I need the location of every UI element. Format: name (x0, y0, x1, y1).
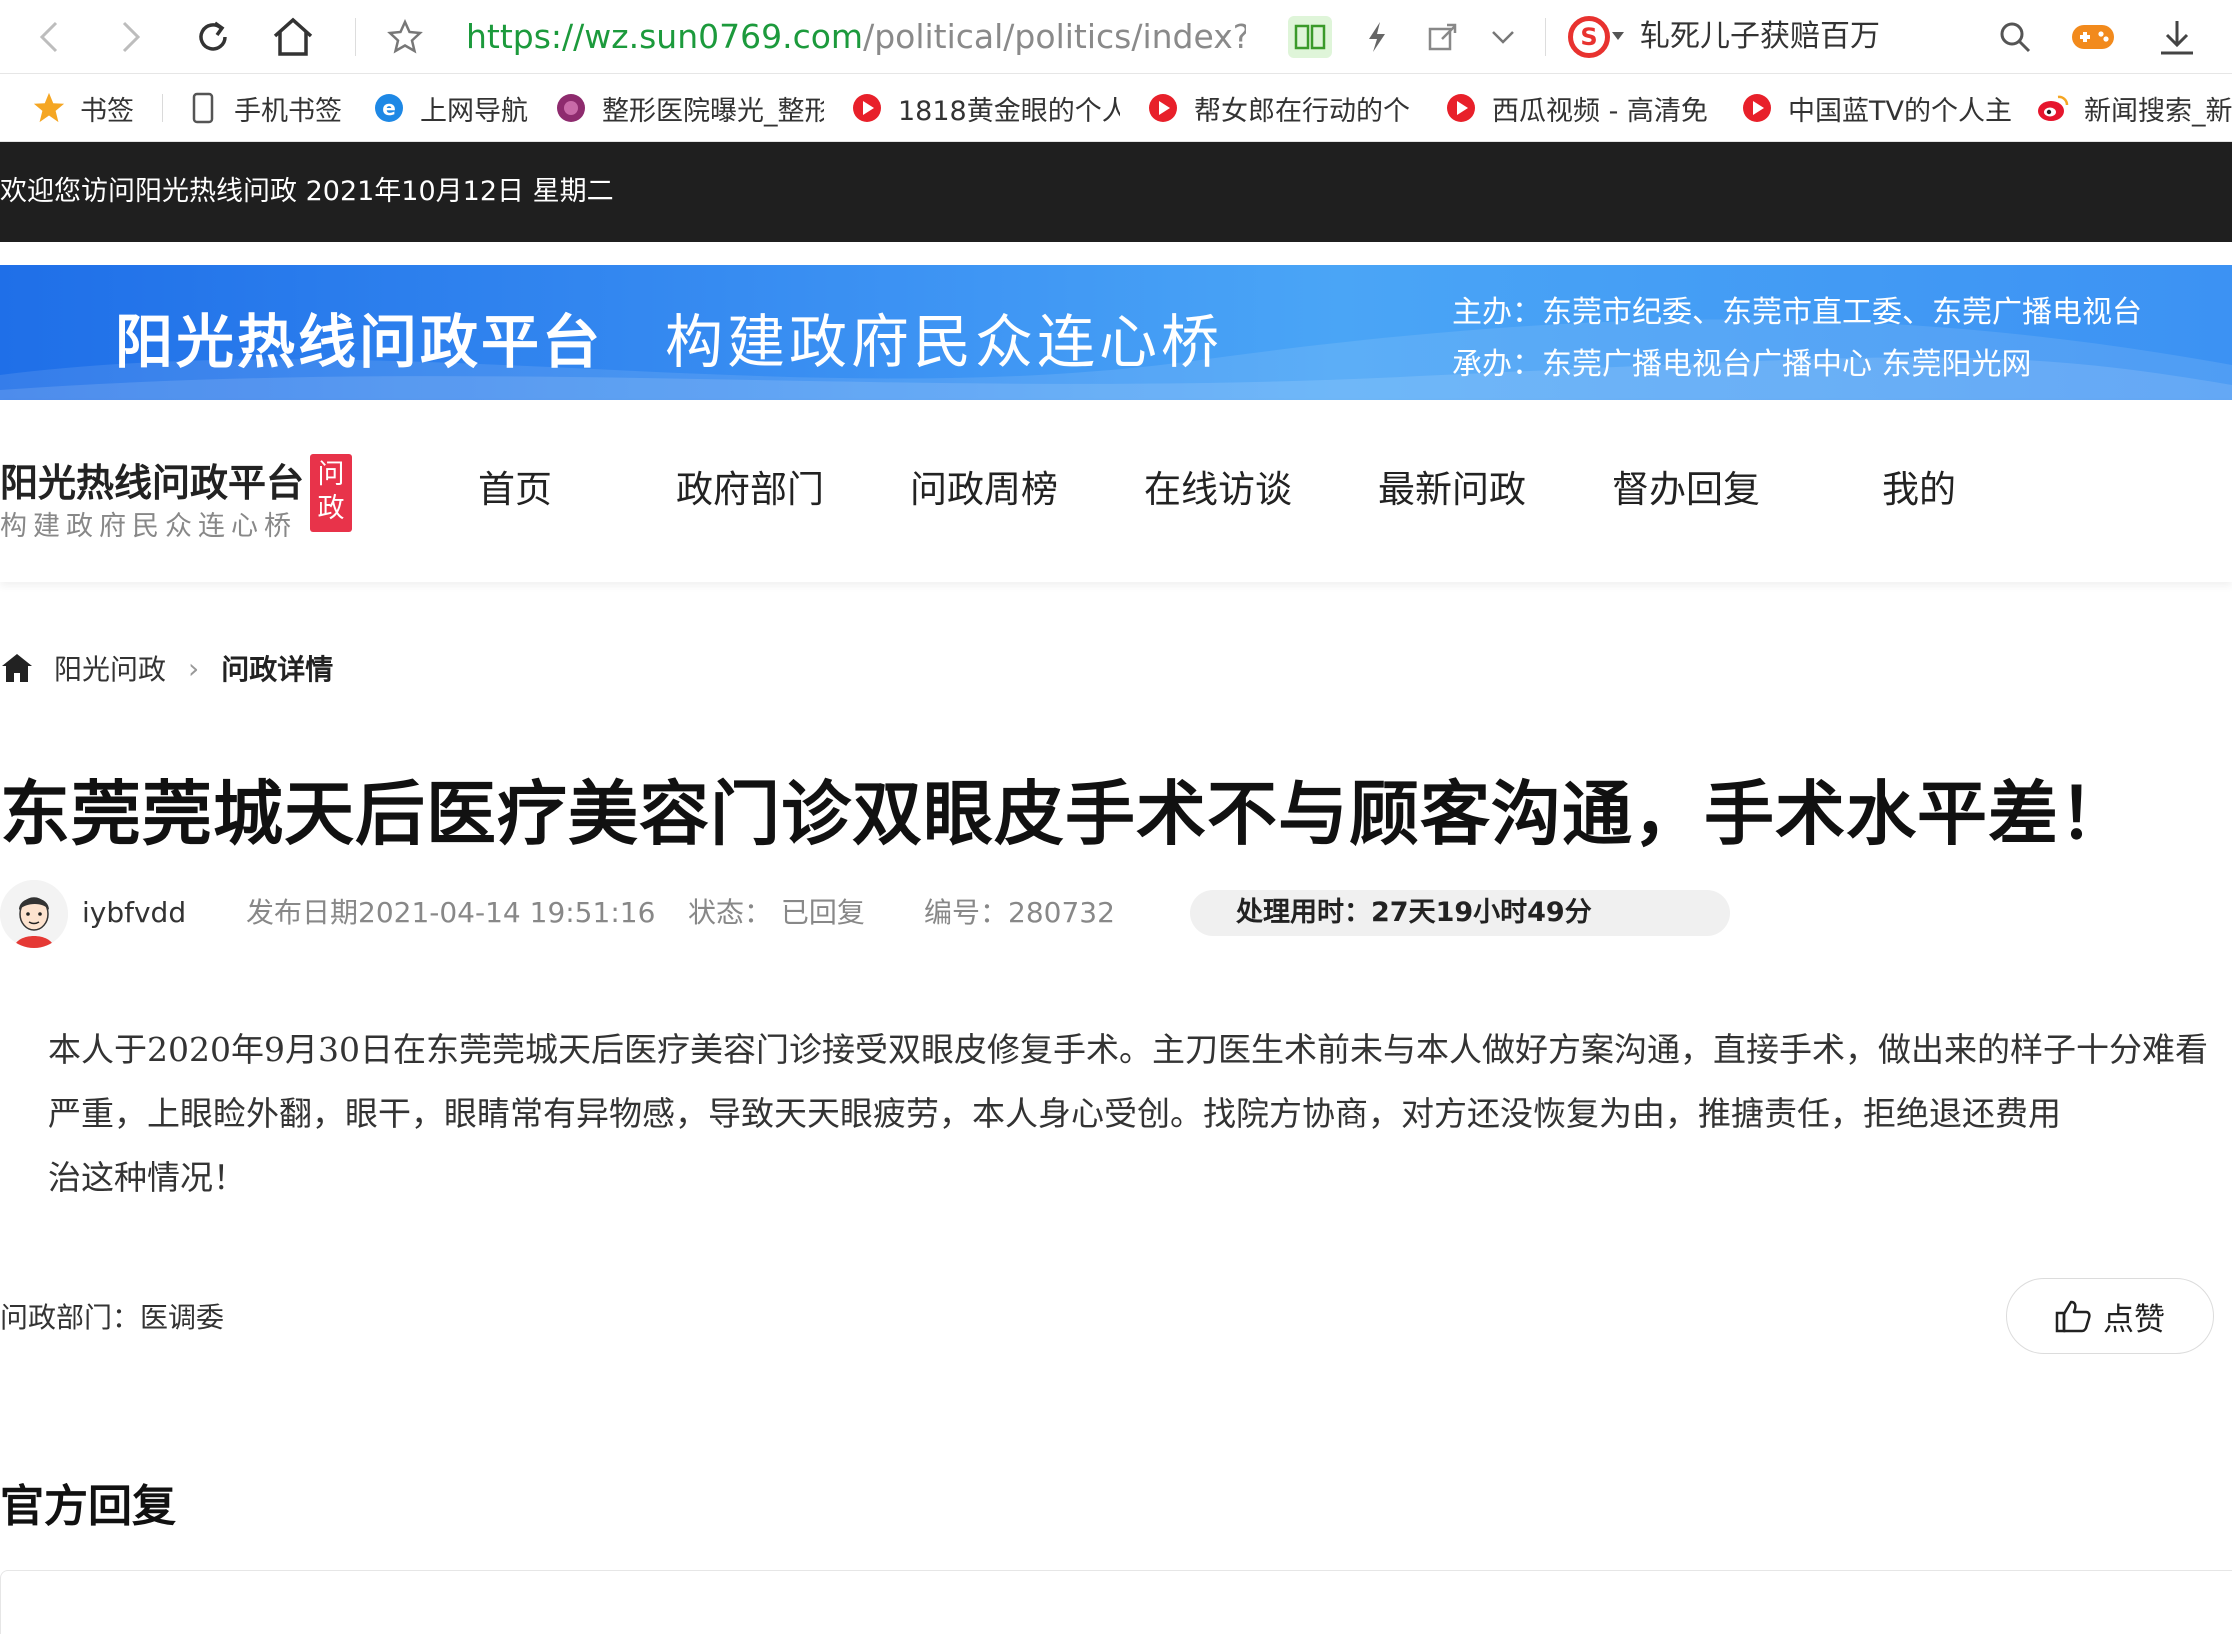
bookmark-mobile[interactable]: 手机书签 (186, 74, 342, 141)
nav-gov-departments[interactable]: 政府部门 (676, 460, 824, 520)
toolbar-divider (1545, 18, 1546, 56)
chevron-down-icon[interactable] (1476, 10, 1530, 64)
bookmark-label: 帮女郎在行动的个 (1194, 95, 1410, 127)
bookmark-video[interactable]: 1818黄金眼的个人 (850, 74, 1120, 141)
bookmark-divider (162, 94, 163, 122)
banner-co-organizer: 承办：东莞广播电视台广播中心 东莞阳光网 (1452, 347, 2032, 382)
official-reply-box (0, 1570, 2232, 1634)
ie-icon: e (372, 91, 406, 125)
processing-time-badge: 处理用时：27天19小时49分 (1190, 890, 1730, 936)
video-play-icon (850, 91, 884, 125)
department-label: 问政部门：医调委 (0, 1301, 225, 1334)
nav-home[interactable]: 首页 (478, 460, 552, 520)
bookmark-folder[interactable]: 书签 (32, 74, 134, 141)
logo-badge: 问 政 (310, 454, 352, 532)
video-play-icon (1740, 91, 1774, 125)
bookmark-news[interactable]: 新闻搜索_新 (2036, 74, 2232, 141)
banner-slogan: 构建政府民众连心桥 (665, 308, 1224, 376)
bookmark-hospital[interactable]: 整形医院曝光_整形 (554, 74, 824, 141)
phone-icon (186, 91, 220, 125)
logo-subtitle: 构建政府民众连心桥 (0, 511, 297, 542)
status-text: 状态： 已回复 (688, 896, 865, 929)
back-icon[interactable] (22, 10, 76, 64)
like-label: 点赞 (2103, 1301, 2165, 1338)
search-icon[interactable] (1988, 10, 2042, 64)
bookmarks-bar: 书签 手机书签 e 上网导航 整形医院曝光_整形 1818黄金眼的个人 帮女郎在… (0, 74, 2232, 142)
video-play-icon (1146, 91, 1180, 125)
article-body-line: 治这种情况！ (48, 1158, 246, 1197)
nav-mine[interactable]: 我的 (1882, 460, 1956, 520)
weibo-icon (2036, 91, 2070, 125)
bookmark-label: 整形医院曝光_整形 (602, 95, 824, 127)
article-meta: iybfvdd 发布日期2021-04-14 19:51:16 状态： 已回复 … (0, 878, 2232, 948)
author-name[interactable]: iybfvdd (82, 878, 186, 948)
article-body: 本人于2020年9月30日在东莞莞城天后医疗美容门诊接受双眼皮修复手术。主刀医生… (48, 1018, 2232, 1218)
bookmark-label: 书签 (80, 95, 134, 127)
banner-title: 阳光热线问政平台 (115, 308, 604, 376)
nav-online-interview[interactable]: 在线访谈 (1144, 460, 1292, 520)
article-body-line: 严重，上眼睑外翻，眼干，眼睛常有异物感，导致天天眼疲劳，本人身心受创。找院方协商… (48, 1094, 2061, 1133)
bookmark-label: 上网导航 (420, 95, 528, 127)
nav-latest[interactable]: 最新问政 (1378, 460, 1526, 520)
thumbs-up-icon (2055, 1300, 2091, 1333)
breadcrumb: 阳光问政 › 问政详情 (0, 648, 333, 688)
bookmark-label: 西瓜视频 - 高清免 (1492, 95, 1708, 127)
site-banner: 阳光热线问政平台 构建政府民众连心桥 主办：东莞市纪委、东莞市直工委、东莞广播电… (0, 265, 2232, 400)
reload-icon[interactable] (186, 10, 240, 64)
url-path: /political/politics/index?id= (863, 17, 1246, 56)
official-reply-title: 官方回复 (0, 1481, 176, 1532)
bookmark-label: 中国蓝TV的个人主 (1788, 95, 2012, 127)
toolbar-divider (355, 18, 356, 56)
breadcrumb-current: 问政详情 (221, 653, 334, 686)
favorite-star-icon[interactable] (378, 10, 432, 64)
download-icon[interactable] (2150, 10, 2204, 64)
forward-icon[interactable] (104, 10, 158, 64)
breadcrumb-separator: › (188, 651, 200, 685)
logo-badge-bottom: 政 (317, 493, 345, 524)
hospital-icon (554, 91, 588, 125)
bookmark-video[interactable]: 中国蓝TV的个人主 (1740, 74, 2012, 141)
bookmark-label: 手机书签 (234, 95, 342, 127)
bookmark-nav[interactable]: e 上网导航 (372, 74, 528, 141)
article-title: 东莞莞城天后医疗美容门诊双眼皮手术不与顾客沟通，手术水平差！ (0, 773, 2130, 855)
publish-date: 发布日期2021-04-14 19:51:16 (246, 896, 656, 929)
bookmark-video[interactable]: 西瓜视频 - 高清免 (1444, 74, 1714, 141)
site-header: 阳光热线问政平台 构建政府民众连心桥 问 政 首页 政府部门 问政周榜 在线访谈… (0, 400, 2232, 582)
reader-mode-icon[interactable] (1288, 16, 1332, 58)
home-icon[interactable] (266, 10, 320, 64)
url-host: https://wz.sun0769.com (466, 17, 864, 56)
avatar[interactable] (0, 880, 68, 948)
logo-badge-top: 问 (317, 459, 345, 490)
bookmark-label: 新闻搜索_新 (2084, 95, 2232, 127)
nav-weekly-ranking[interactable]: 问政周榜 (910, 460, 1058, 520)
like-button[interactable]: 点赞 (2006, 1278, 2214, 1354)
sogou-search-icon[interactable]: S (1568, 16, 1610, 58)
svg-text:e: e (382, 96, 396, 120)
star-icon (32, 91, 66, 125)
share-icon[interactable] (1416, 10, 1470, 64)
bookmark-label: 1818黄金眼的个人 (898, 95, 1120, 127)
address-bar[interactable]: https://wz.sun0769.com/political/politic… (466, 12, 1246, 62)
article-number: 编号：280732 (924, 896, 1115, 929)
game-controller-icon[interactable] (2066, 10, 2120, 64)
logo-title[interactable]: 阳光热线问政平台 (0, 452, 304, 507)
lightning-icon[interactable] (1350, 10, 1404, 64)
video-play-icon (1444, 91, 1478, 125)
hot-search-text[interactable]: 轧死儿子获赔百万 (1640, 12, 1880, 62)
search-engine-dropdown-icon[interactable] (1612, 32, 1624, 40)
bookmark-video[interactable]: 帮女郎在行动的个 (1146, 74, 1416, 141)
nav-supervision-reply[interactable]: 督办回复 (1612, 460, 1760, 520)
banner-host: 主办：东莞市纪委、东莞市直工委、东莞广播电视台 (1452, 295, 2142, 330)
home-icon[interactable] (0, 651, 34, 685)
browser-toolbar: https://wz.sun0769.com/political/politic… (0, 0, 2232, 74)
article-body-line: 本人于2020年9月30日在东莞莞城天后医疗美容门诊接受双眼皮修复手术。主刀医生… (48, 1030, 2208, 1069)
welcome-bar: 欢迎您访问阳光热线问政 2021年10月12日 星期二 (0, 142, 2232, 242)
breadcrumb-home[interactable]: 阳光问政 (54, 648, 166, 688)
